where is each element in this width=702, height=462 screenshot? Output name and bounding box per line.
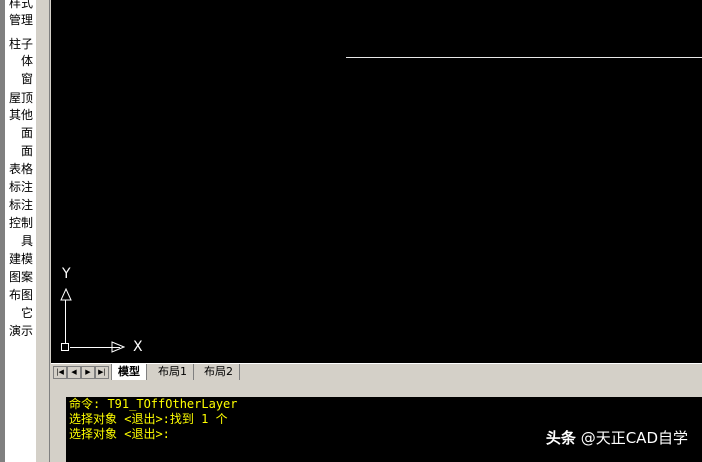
ucs-y-label: Y: [62, 266, 71, 282]
sidebar-item-surface-2[interactable]: 面: [21, 144, 33, 158]
sidebar-scrollbar[interactable]: [35, 0, 50, 462]
drawn-line[interactable]: [346, 57, 702, 58]
command-history-line: 选择对象 <退出>:找到 1 个: [69, 412, 228, 426]
sidebar-item-pattern[interactable]: 图案: [9, 270, 33, 284]
drawing-canvas[interactable]: Y X: [51, 0, 702, 363]
tab-layout1[interactable]: 布局1: [152, 364, 194, 380]
sidebar-item-columns[interactable]: 柱子: [9, 37, 33, 51]
sidebar-item-roof[interactable]: 屋顶: [9, 91, 33, 105]
tianzheng-sidebar-menu: 样式 管理 柱子 体 窗 屋顶 其他 面 面 表格 标注 标注 控制 具 建模 …: [5, 0, 35, 462]
command-window-splitter[interactable]: [51, 380, 702, 398]
sidebar-item-other[interactable]: 其他: [9, 108, 33, 122]
watermark: 头条 @天正CAD自学: [546, 427, 688, 448]
sidebar-item-misc[interactable]: 它: [21, 306, 33, 320]
sidebar-item-manage[interactable]: 管理: [9, 13, 33, 27]
tab-model[interactable]: 模型: [111, 364, 147, 380]
sidebar-item-layout[interactable]: 布图: [9, 288, 33, 302]
command-history-line: 命令: T91_TOffOtherLayer: [69, 397, 238, 411]
ucs-origin-box: [61, 343, 69, 351]
sidebar-item-dimension-2[interactable]: 标注: [9, 198, 33, 212]
sidebar-item-surface-1[interactable]: 面: [21, 126, 33, 140]
layout-tab-bar: |◀ ◀ ▶ ▶| 模型 布局1 布局2: [51, 363, 702, 381]
sidebar-item-body[interactable]: 体: [21, 54, 33, 68]
command-window-gutter: [51, 397, 67, 462]
sidebar-item-tools[interactable]: 具: [21, 234, 33, 248]
sidebar-item-window[interactable]: 窗: [21, 72, 33, 86]
sidebar-item-dimension-1[interactable]: 标注: [9, 180, 33, 194]
sidebar-item-modeling[interactable]: 建模: [9, 252, 33, 266]
tab-nav-prev-button[interactable]: ◀: [67, 366, 81, 379]
watermark-brand: 头条: [545, 429, 576, 447]
sidebar-item-control[interactable]: 控制: [9, 216, 33, 230]
tab-nav-last-button[interactable]: ▶|: [95, 366, 109, 379]
tab-layout2[interactable]: 布局2: [198, 364, 240, 380]
watermark-handle: @天正CAD自学: [580, 429, 688, 447]
sidebar-item-table[interactable]: 表格: [9, 162, 33, 176]
tab-nav-next-button[interactable]: ▶: [81, 366, 95, 379]
ucs-x-label: X: [133, 339, 143, 355]
tab-nav-first-button[interactable]: |◀: [53, 366, 67, 379]
ucs-y-axis: [65, 300, 66, 343]
ucs-y-arrow-icon: [60, 288, 72, 301]
ucs-x-arrow-icon: [111, 341, 125, 353]
sidebar-item-style[interactable]: 样式: [9, 0, 33, 10]
sidebar-item-demo[interactable]: 演示: [9, 324, 33, 338]
